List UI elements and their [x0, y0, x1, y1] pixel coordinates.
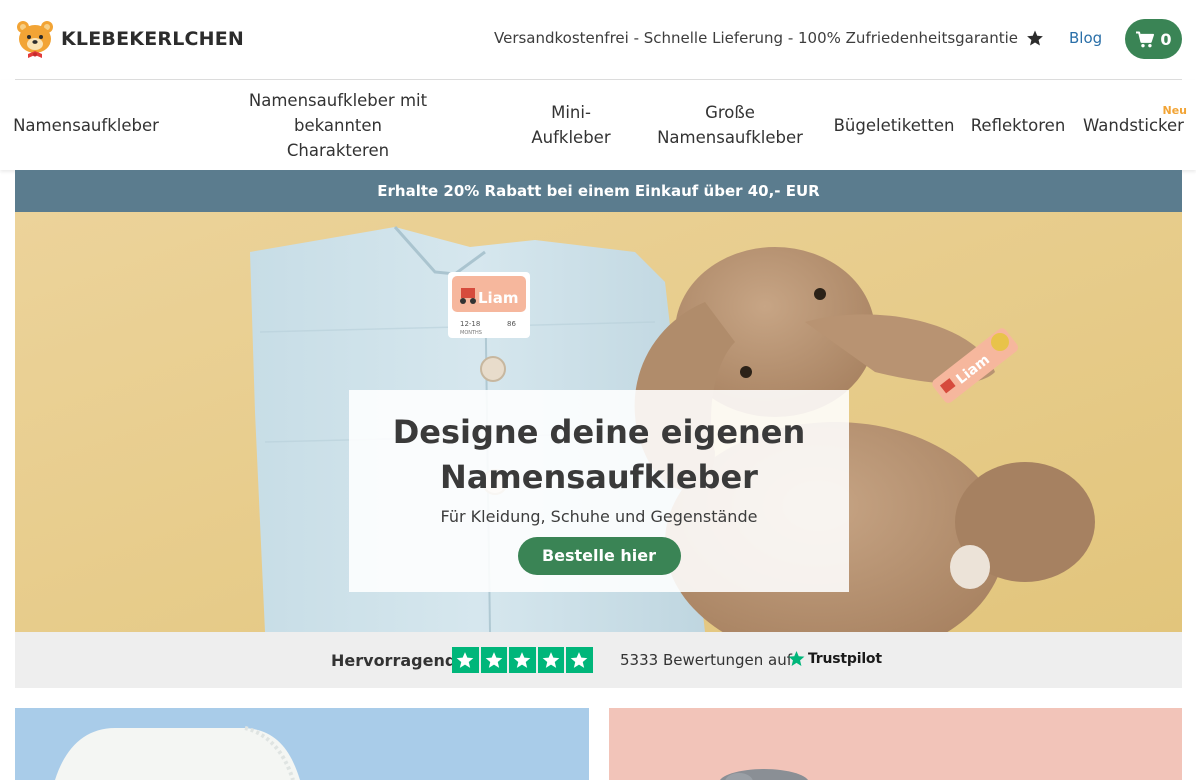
nav-item-wandsticker[interactable]: Neu Wandsticker	[1082, 80, 1188, 170]
nav-item-label: Aufkleber	[531, 128, 611, 147]
cart-button[interactable]: 0	[1125, 19, 1182, 59]
trustpilot-widget[interactable]: Hervorragend 5333 Bewertungen auf Trustp…	[15, 632, 1182, 688]
logo-text: KLEBEKERLCHEN	[61, 28, 245, 50]
trust-rating-label: Hervorragend	[331, 651, 457, 670]
label-size-unit-text: MONTHS	[460, 330, 482, 336]
nav-item-label: Namensaufkleber mit bekannten	[248, 90, 428, 135]
trustpilot-brand-text: Trustpilot	[808, 650, 882, 667]
trust-star-icon	[537, 647, 564, 673]
trust-star-icon	[509, 647, 536, 673]
usp-text: Versandkostenfrei - Schnelle Lieferung -…	[494, 29, 1018, 47]
nav-item-namensaufkleber[interactable]: Namensaufkleber	[13, 80, 159, 170]
trust-star-icon	[566, 647, 593, 673]
site-logo[interactable]: KLEBEKERLCHEN	[15, 20, 244, 58]
label-cm-text: 86	[507, 320, 516, 328]
order-button[interactable]: Bestelle hier	[517, 537, 681, 575]
nav-item-label: Namensaufkleber	[13, 115, 159, 135]
nav-item-charaktere[interactable]: Namensaufkleber mit bekannten Charaktere…	[205, 80, 471, 170]
nav-item-label: Große	[705, 103, 755, 122]
toys-tile-image	[609, 708, 1182, 780]
site-header: KLEBEKERLCHEN Versandkostenfrei - Schnel…	[0, 0, 1196, 80]
hero-subtitle: Für Kleidung, Schuhe und Gegenstände	[440, 507, 758, 526]
nav-item-mini-aufkleber[interactable]: Mini- Aufkleber	[527, 80, 615, 170]
trust-star-icon	[480, 647, 507, 673]
hero-title: Designe deine eigenen Namensaufkleber	[349, 410, 849, 500]
trustpilot-logo[interactable]: Trustpilot	[787, 649, 882, 668]
promo-banner: Erhalte 20% Rabatt bei einem Einkauf übe…	[15, 170, 1182, 212]
nav-item-label: Reflektoren	[970, 115, 1066, 135]
trust-review-count: 5333 Bewertungen auf	[620, 651, 793, 669]
bear-logo-icon	[17, 21, 53, 58]
nav-item-label: Bügeletiketten	[833, 115, 955, 135]
label-name-text: Liam	[478, 289, 518, 307]
nav-item-label: Mini-	[551, 103, 591, 122]
trust-stars	[452, 647, 593, 673]
blog-link[interactable]: Blog	[1069, 29, 1102, 47]
category-tile-toys[interactable]	[609, 708, 1182, 780]
nav-item-reflektoren[interactable]: Reflektoren	[969, 80, 1067, 170]
star-icon	[1027, 30, 1043, 46]
new-badge: Neu	[1162, 104, 1188, 117]
cart-icon	[1136, 31, 1155, 47]
hero-banner: Liam 12-18 86 MONTHS Liam Designe deine …	[15, 212, 1182, 632]
promo-text: Erhalte 20% Rabatt bei einem Einkauf übe…	[377, 182, 820, 200]
nav-item-label: Charakteren	[286, 140, 390, 160]
main-navigation: Namensaufkleber Namensaufkleber mit beka…	[0, 80, 1196, 170]
hero-title-line: Namensaufkleber	[440, 458, 758, 496]
hero-card: Designe deine eigenen Namensaufkleber Fü…	[349, 390, 849, 592]
cart-count: 0	[1160, 29, 1172, 49]
category-tile-clothing[interactable]	[15, 708, 589, 780]
nav-item-buegeletiketten[interactable]: Bügeletiketten	[833, 80, 955, 170]
nav-item-grosse-namensaufkleber[interactable]: Große Namensaufkleber	[655, 80, 805, 170]
trustpilot-star-icon	[788, 650, 805, 666]
hero-title-line: Designe deine eigenen	[392, 413, 806, 451]
trust-star-icon	[452, 647, 479, 673]
nav-item-label: Namensaufkleber	[657, 128, 803, 147]
clothing-tile-image	[15, 708, 589, 780]
label-size-text: 12-18	[460, 320, 480, 328]
